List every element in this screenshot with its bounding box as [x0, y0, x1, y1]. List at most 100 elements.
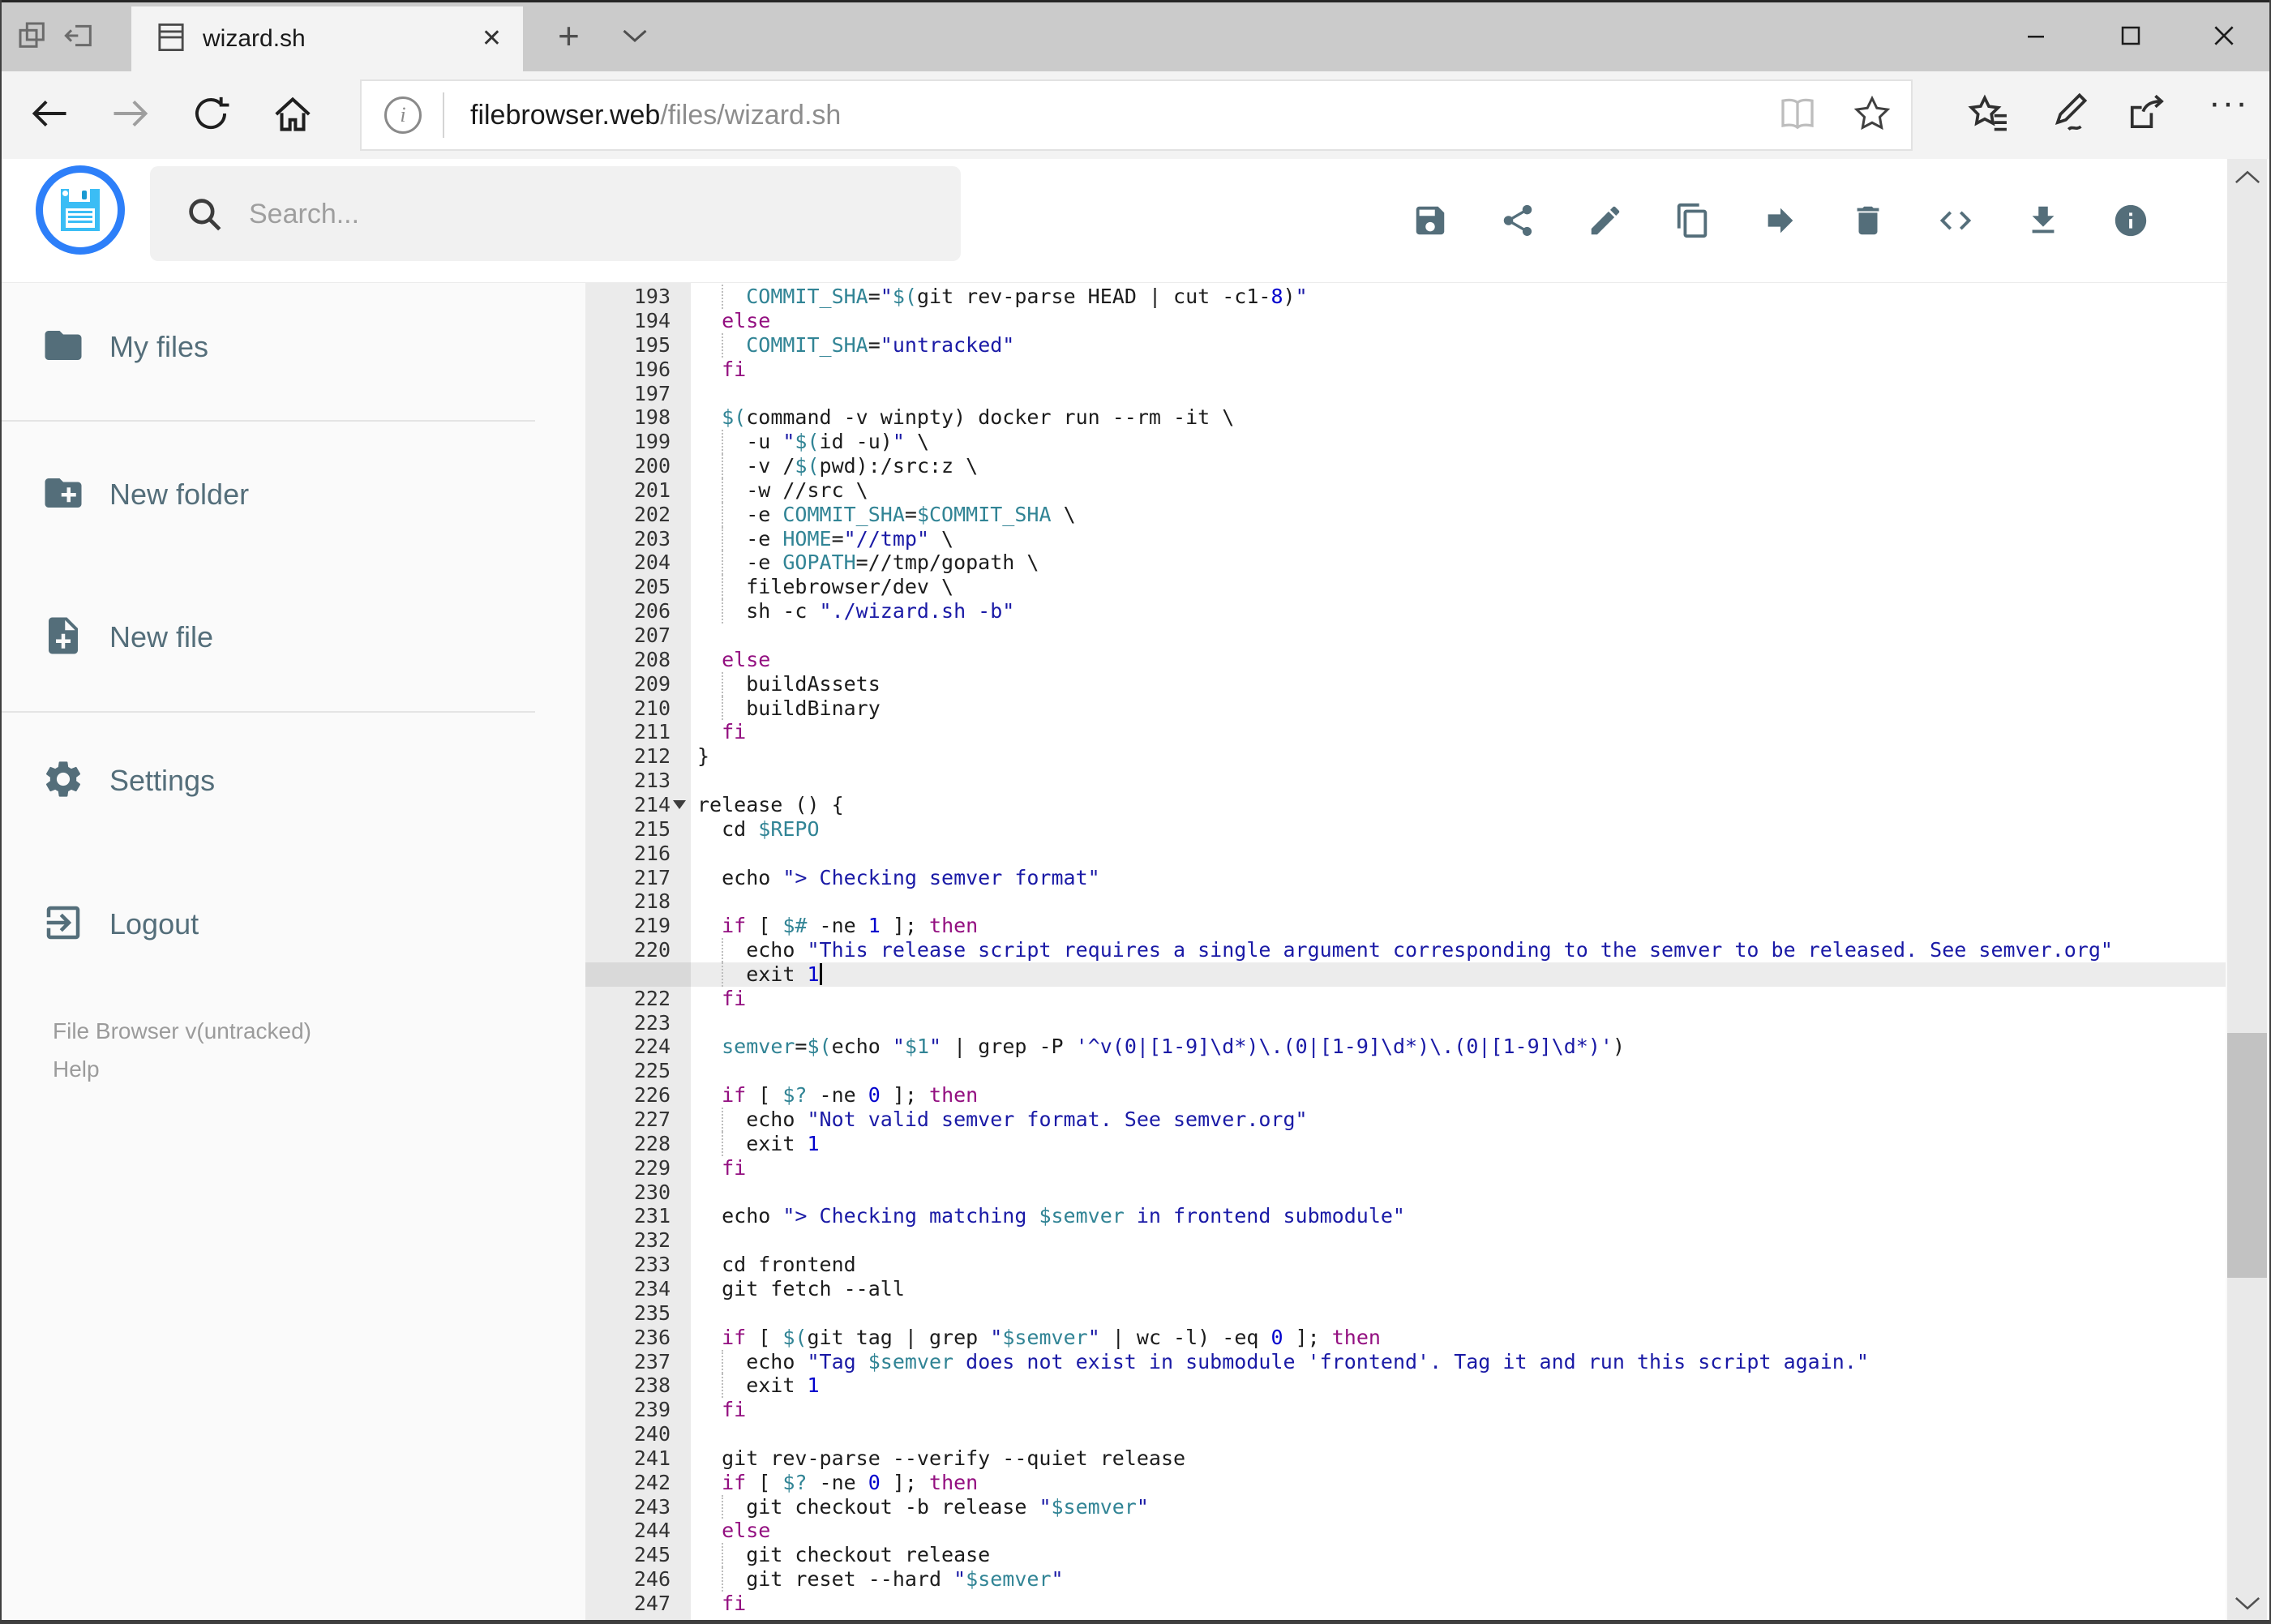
code-line[interactable]: buildAssets [697, 672, 881, 696]
minimize-button[interactable] [2009, 15, 2063, 57]
tab-close-icon[interactable]: ✕ [482, 27, 502, 51]
forward-icon[interactable] [109, 92, 151, 139]
code-line[interactable]: semver=$(echo "$1" | grep -P '^v(0|[1-9]… [697, 1035, 1625, 1059]
sidebar-item-new-file[interactable]: New file [2, 597, 535, 678]
new-tab-button[interactable]: + [558, 17, 580, 54]
scrollbar-thumb[interactable] [2227, 1033, 2267, 1278]
site-info-icon[interactable]: i [384, 96, 422, 134]
save-button[interactable] [1412, 202, 1449, 239]
code-line[interactable]: echo "Tag $semver does not exist in subm… [697, 1350, 1869, 1374]
code-line[interactable]: git reset --hard "$semver" [697, 1567, 1063, 1592]
line-number: 219 [633, 914, 671, 938]
line-number: 234 [633, 1276, 671, 1300]
info-button[interactable] [2112, 202, 2149, 239]
code-line[interactable]: exit 1 [697, 1132, 819, 1156]
share-page-icon[interactable] [2127, 92, 2170, 140]
code-line[interactable]: exit 1 [697, 1373, 819, 1398]
sidebar-item-label: Logout [109, 907, 199, 941]
fold-marker-icon[interactable] [673, 799, 686, 809]
help-link[interactable]: Help [53, 1050, 311, 1088]
tab-strip: wizard.sh ✕ + [0, 0, 2271, 71]
filebrowser-logo[interactable] [36, 165, 125, 255]
code-line[interactable]: exit 1 [697, 962, 819, 987]
code-line[interactable]: filebrowser/dev \ [697, 575, 953, 599]
back-icon[interactable] [29, 92, 71, 139]
browser-tab[interactable]: wizard.sh ✕ [131, 6, 523, 71]
close-window-button[interactable] [2197, 15, 2251, 57]
code-line[interactable]: sh -c "./wizard.sh -b" [697, 599, 1014, 623]
code-line[interactable]: if [ $? -ne 0 ]; then [697, 1471, 978, 1495]
code-line[interactable]: -e HOME="//tmp" \ [697, 527, 953, 551]
line-number: 229 [633, 1155, 671, 1180]
scroll-up-icon[interactable] [2234, 167, 2261, 191]
code-line[interactable]: if [ $(git tag | grep "$semver" | wc -l)… [697, 1326, 1381, 1350]
web-notes-pen-icon[interactable] [2048, 92, 2092, 140]
page-scrollbar[interactable] [2227, 159, 2267, 1624]
code-line[interactable]: cd frontend [697, 1253, 856, 1277]
code-line[interactable]: COMMIT_SHA="untracked" [697, 333, 1014, 358]
url-text[interactable]: filebrowser.web/files/wizard.sh [470, 100, 841, 131]
code-line[interactable]: -v /$(pwd):/src:z \ [697, 454, 978, 478]
line-number: 233 [633, 1253, 671, 1277]
code-line[interactable]: fi [697, 1592, 746, 1616]
code-line[interactable]: echo "> Checking matching $semver in fro… [697, 1204, 1405, 1228]
sidebar-item-new-folder[interactable]: New folder [2, 454, 535, 535]
code-line[interactable]: echo "Not valid semver format. See semve… [697, 1108, 1307, 1132]
code-line[interactable]: else [697, 309, 770, 333]
set-tabs-aside-icon[interactable] [63, 19, 96, 56]
code-line[interactable]: release () { [697, 793, 844, 817]
code-line[interactable]: -w //src \ [697, 478, 868, 503]
code-line[interactable]: buildBinary [697, 696, 881, 721]
code-line[interactable]: echo "> Checking semver format" [697, 866, 1100, 890]
address-bar[interactable]: i filebrowser.web/files/wizard.sh [360, 79, 1913, 151]
delete-button[interactable] [1849, 202, 1887, 239]
sidebar-item-settings[interactable]: Settings [2, 740, 535, 821]
code-line[interactable]: COMMIT_SHA="$(git rev-parse HEAD | cut -… [697, 285, 1307, 309]
code-line[interactable]: git checkout -b release "$semver" [697, 1495, 1149, 1519]
share-button[interactable] [1499, 202, 1536, 239]
sidebar-item-my-files[interactable]: My files [2, 306, 535, 388]
code-line[interactable]: if [ $# -ne 1 ]; then [697, 914, 978, 938]
scroll-down-icon[interactable] [2234, 1594, 2261, 1618]
code-line[interactable]: fi [697, 720, 746, 744]
code-line[interactable]: git checkout release [697, 1543, 990, 1567]
code-line[interactable]: if [ $? -ne 0 ]; then [697, 1083, 978, 1108]
code-line[interactable]: else [697, 648, 770, 672]
code-line[interactable]: -u "$(id -u)" \ [697, 430, 929, 454]
tab-preview-icon[interactable] [16, 19, 49, 56]
move-button[interactable] [1762, 202, 1799, 239]
sidebar: File Browser v(untracked) Help My files N… [2, 282, 535, 1620]
code-line[interactable]: $(command -v winpty) docker run --rm -it… [697, 405, 1234, 430]
code-line[interactable]: -e COMMIT_SHA=$COMMIT_SHA \ [697, 503, 1075, 527]
code-line[interactable]: fi [697, 987, 746, 1011]
code-line[interactable]: else [697, 1519, 770, 1543]
code-line[interactable]: git fetch --all [697, 1277, 905, 1301]
sidebar-item-logout[interactable]: Logout [2, 884, 535, 965]
code-line[interactable]: git rev-parse --verify --quiet release [697, 1446, 1185, 1471]
code-line[interactable]: fi [697, 358, 746, 382]
tab-list-chevron-icon[interactable] [620, 24, 649, 51]
line-number: 211 [633, 720, 671, 744]
download-button[interactable] [2025, 202, 2062, 239]
line-number: 200 [633, 454, 671, 478]
edit-button[interactable] [1587, 202, 1624, 239]
favorite-star-icon[interactable] [1853, 94, 1892, 137]
home-icon[interactable] [271, 92, 315, 140]
code-line[interactable]: cd $REPO [697, 817, 819, 842]
copy-button[interactable] [1674, 202, 1712, 239]
code-editor[interactable]: 1921931941951961971981992002012022032042… [585, 282, 2226, 1620]
more-options-icon[interactable]: ··· [2209, 83, 2249, 123]
code-line[interactable]: echo "This release script requires a sin… [697, 938, 2113, 962]
code-button[interactable] [1937, 202, 1974, 239]
new-file-icon [2, 614, 85, 662]
code-line[interactable]: -e GOPATH=//tmp/gopath \ [697, 551, 1039, 575]
url-path: /files/wizard.sh [660, 99, 842, 131]
code-line[interactable]: fi [697, 1398, 746, 1422]
refresh-icon[interactable] [190, 92, 232, 139]
code-line[interactable]: } [697, 744, 709, 769]
search-input[interactable] [247, 166, 932, 263]
search-box[interactable] [150, 166, 961, 263]
maximize-button[interactable] [2104, 15, 2157, 57]
favorites-hub-icon[interactable] [1967, 92, 2011, 140]
code-line[interactable]: fi [697, 1156, 746, 1181]
